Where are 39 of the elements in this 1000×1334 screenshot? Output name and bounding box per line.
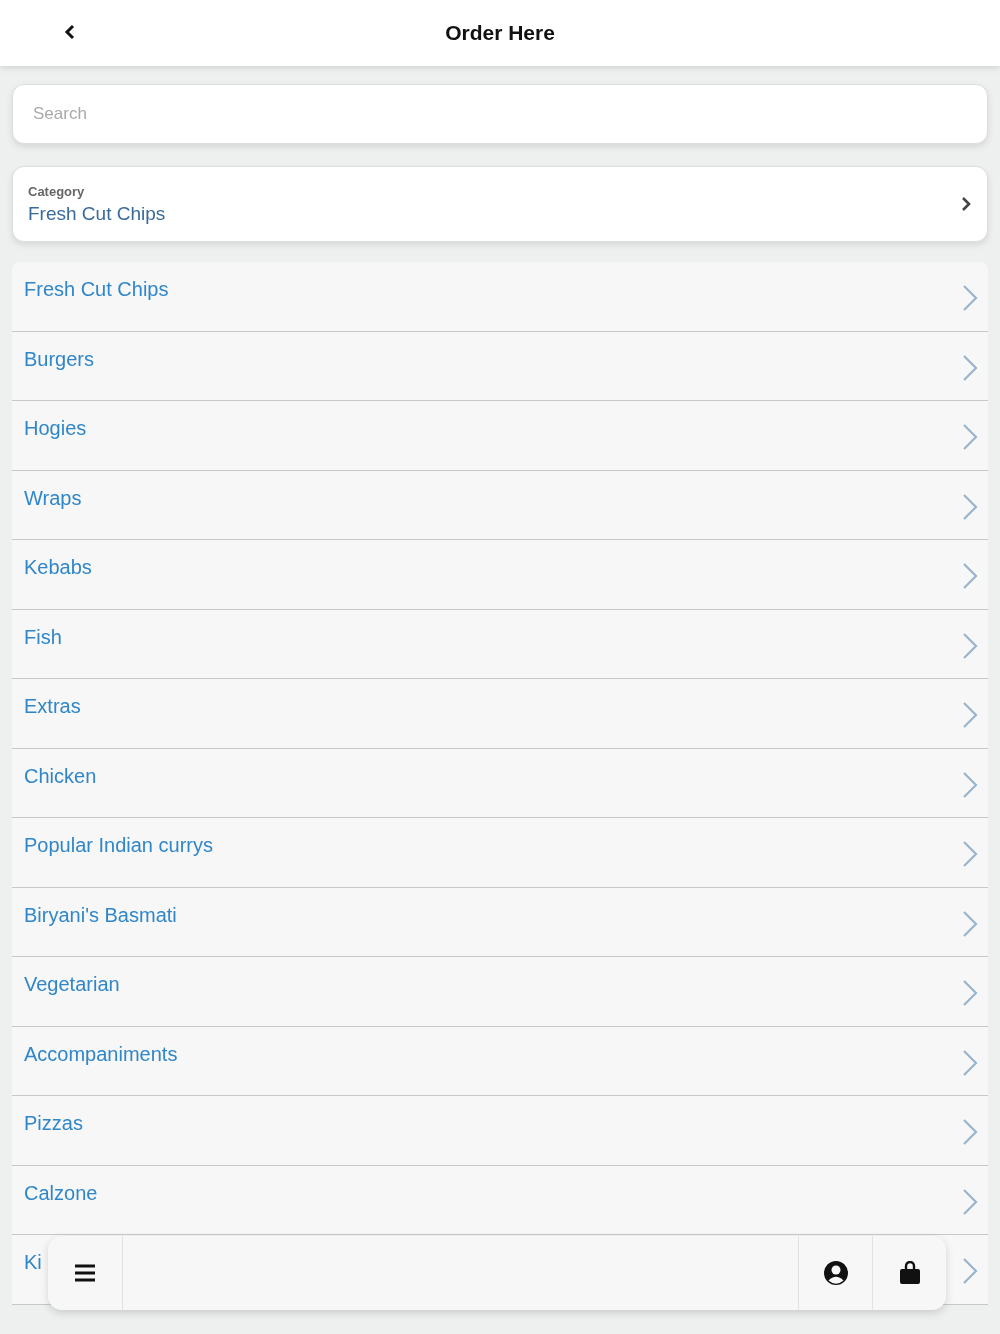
- chevron-right-icon: [962, 423, 978, 451]
- category-row[interactable]: Kebabs: [12, 540, 988, 610]
- user-circle-icon: [822, 1260, 849, 1286]
- category-row[interactable]: Burgers: [12, 331, 988, 401]
- chevron-right-icon: [962, 701, 978, 729]
- category-row[interactable]: Fish: [12, 609, 988, 679]
- category-label: Category: [28, 183, 86, 199]
- chevron-right-icon: [961, 196, 971, 212]
- chevron-right-icon: [962, 1048, 978, 1077]
- category-row[interactable]: Calzone: [12, 1165, 988, 1235]
- category-row[interactable]: Pizzas: [12, 1096, 988, 1166]
- chevron-right-icon: [962, 631, 978, 660]
- menu-icon: [74, 1264, 96, 1282]
- back-icon: [64, 24, 76, 40]
- chevron-right-icon: [962, 1257, 978, 1285]
- chevron-right-icon: [962, 492, 978, 521]
- category-row[interactable]: Hogies: [12, 401, 988, 471]
- chevron-right-icon: [962, 840, 978, 868]
- chevron-right-icon: [962, 353, 978, 382]
- chevron-right-icon: [962, 1187, 978, 1216]
- search-field[interactable]: Search: [12, 84, 988, 144]
- category-row[interactable]: Fresh Cut Chips: [12, 262, 988, 332]
- chevron-right-icon: [962, 1118, 978, 1146]
- category-row[interactable]: Wraps: [12, 470, 988, 540]
- page-title: Order Here: [445, 21, 555, 45]
- chevron-right-icon: [962, 979, 978, 1007]
- chevron-right-icon: [962, 770, 978, 799]
- category-row[interactable]: Extras: [12, 679, 988, 749]
- category-row[interactable]: Chicken: [12, 748, 988, 818]
- category-row[interactable]: Accompaniments: [12, 1026, 988, 1096]
- chevron-right-icon: [962, 909, 978, 938]
- chevron-right-icon: [962, 284, 978, 312]
- chevron-right-icon: [962, 562, 978, 590]
- category-row[interactable]: Biryani's Basmati: [12, 887, 988, 957]
- category-value: Fresh Cut Chips: [28, 202, 167, 225]
- shopping-bag-icon: [898, 1261, 921, 1285]
- category-row[interactable]: Vegetarian: [12, 957, 988, 1027]
- category-row[interactable]: Popular Indian currys: [12, 818, 988, 888]
- category-selector[interactable]: Category Fresh Cut Chips: [12, 166, 988, 242]
